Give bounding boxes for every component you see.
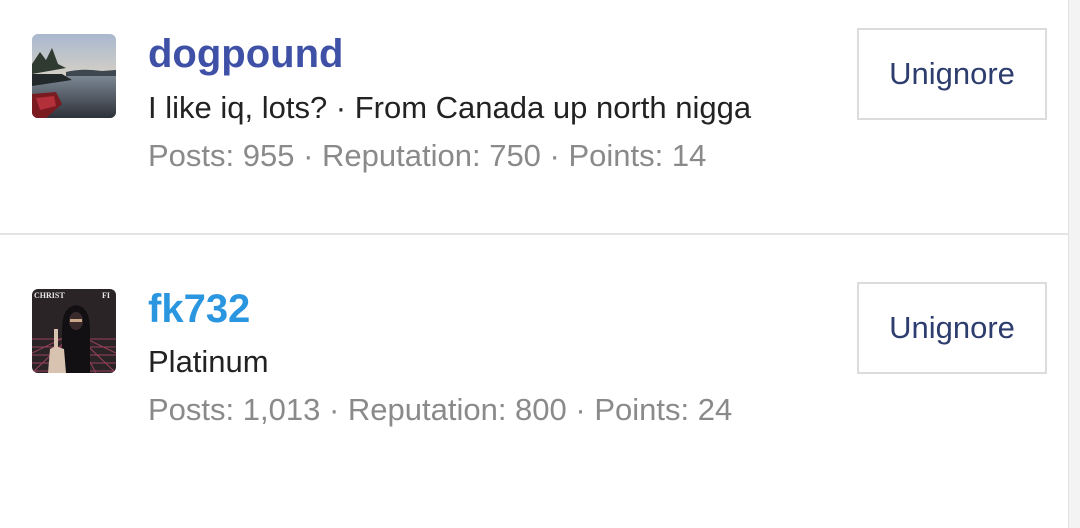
hooded-figure-pointing-photo-icon: CHRIST FI xyxy=(32,289,116,373)
user-title: Platinum xyxy=(148,344,269,379)
user-title: I like iq, lots? · From Canada up north … xyxy=(148,90,752,125)
row-divider xyxy=(0,233,1068,235)
unignore-button[interactable]: Unignore xyxy=(857,28,1047,120)
user-row: dogpound I like iq, lots? · From Canada … xyxy=(0,0,1068,230)
avatar[interactable]: CHRIST FI xyxy=(32,289,116,373)
user-stats: Posts: 1,013 · Reputation: 800 · Points:… xyxy=(148,392,733,427)
lake-landscape-photo-icon xyxy=(32,34,116,118)
username-link[interactable]: fk732 xyxy=(148,287,250,331)
ignored-users-list: dogpound I like iq, lots? · From Canada … xyxy=(0,0,1068,528)
user-row: CHRIST FI fk732 Platinum Posts: 1,013 · … xyxy=(0,236,1068,466)
scrollbar-track[interactable] xyxy=(1068,0,1080,528)
avatar[interactable] xyxy=(32,34,116,118)
avatar-caption: CHRIST xyxy=(34,291,65,300)
username-link[interactable]: dogpound xyxy=(148,32,343,76)
unignore-button[interactable]: Unignore xyxy=(857,282,1047,374)
user-stats: Posts: 955 · Reputation: 750 · Points: 1… xyxy=(148,138,707,173)
avatar-caption: FI xyxy=(102,291,110,300)
